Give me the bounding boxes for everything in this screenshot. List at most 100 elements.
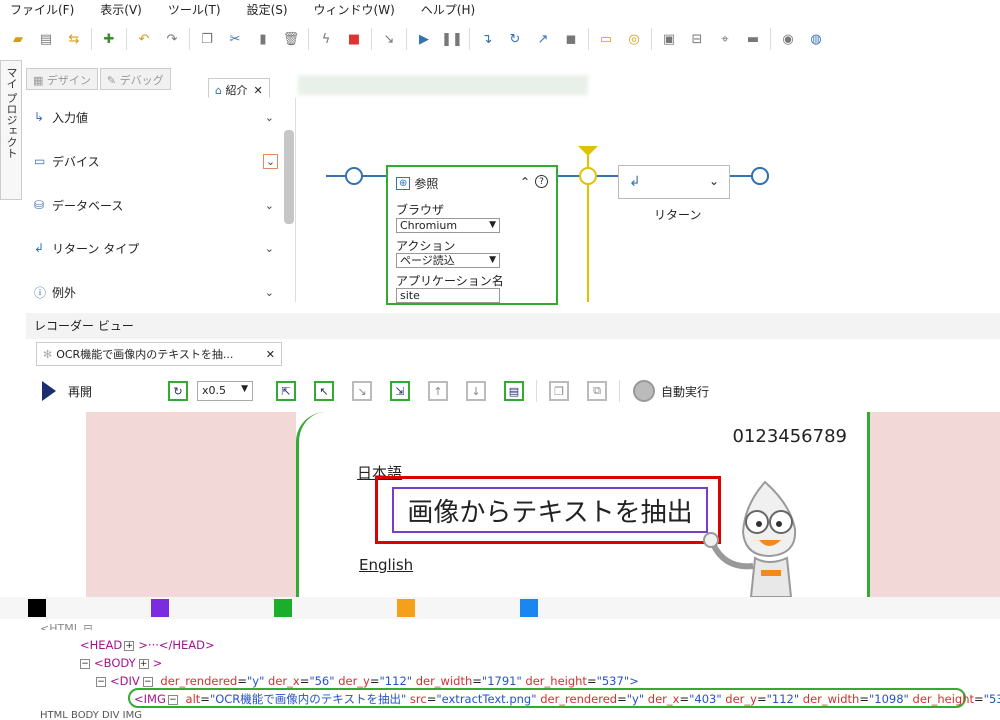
browser-select[interactable]: Chromium ▼ xyxy=(396,218,500,233)
target-icon[interactable]: ⌖ xyxy=(715,29,735,49)
delete-icon[interactable]: 🗑 xyxy=(281,29,301,49)
chip-icon[interactable]: ▬ xyxy=(743,29,763,49)
copy-icon[interactable]: ❐ xyxy=(197,29,217,49)
breakpoint-icon[interactable]: ◼ xyxy=(561,29,581,49)
swatch-purple[interactable] xyxy=(151,599,169,617)
home-icon: ⌂ xyxy=(215,84,226,97)
properties-scrollbar[interactable] xyxy=(284,130,294,224)
collapse-icon[interactable]: ⌃ xyxy=(520,175,530,189)
auto-run-button[interactable]: 自動実行 xyxy=(633,380,709,402)
toolbar-separator xyxy=(308,28,309,50)
menu-help[interactable]: ヘルプ(H) xyxy=(421,1,475,18)
app-name-input[interactable]: site xyxy=(396,288,500,303)
swatch-green[interactable] xyxy=(274,599,292,617)
menu-file[interactable]: ファイル(F) xyxy=(10,1,74,18)
paste-icon[interactable]: ▮ xyxy=(253,29,273,49)
dom-node-head[interactable]: <HEAD + >···</HEAD> xyxy=(80,638,215,652)
chevron-down-icon[interactable]: ⌄ xyxy=(265,199,274,212)
preview-background-left xyxy=(86,412,296,597)
open-folder-icon[interactable]: ▰ xyxy=(8,29,28,49)
box-icon[interactable]: ▣ xyxy=(659,29,679,49)
expand-icon[interactable]: + xyxy=(124,640,135,651)
redo-icon[interactable]: ↷ xyxy=(162,29,182,49)
minus-box-icon[interactable]: ⊟ xyxy=(687,29,707,49)
label-icon[interactable]: ▭ xyxy=(596,29,616,49)
resume-button[interactable]: 再開 xyxy=(42,381,160,401)
arrow-nw-icon[interactable]: ↖ xyxy=(314,381,334,401)
window-icon[interactable]: ❐ xyxy=(549,381,569,401)
swatch-black[interactable] xyxy=(28,599,46,617)
prop-input-value[interactable]: ↳ 入力値 ⌄ xyxy=(34,106,274,128)
return-node-box[interactable]: ↲ ⌄ xyxy=(618,165,730,199)
dom-node-div[interactable]: − <DIV − der_rendered="y" der_x="56" der_y… xyxy=(96,674,639,688)
arrow-down-icon[interactable]: ↓ xyxy=(466,381,486,401)
undo-icon[interactable]: ↶ xyxy=(134,29,154,49)
prop-device[interactable]: ▭ デバイス ⌄ xyxy=(34,150,278,172)
menu-tools[interactable]: ツール(T) xyxy=(168,1,221,18)
help-icon[interactable]: ? xyxy=(535,175,548,188)
save-all-icon[interactable]: ▤ xyxy=(36,29,56,49)
tab-debug[interactable]: ✎ デバッグ xyxy=(99,68,171,90)
chevron-down-icon[interactable]: ⌄ xyxy=(265,111,274,124)
close-icon[interactable]: ✕ xyxy=(266,348,275,361)
zoom-select[interactable]: x0.5 ▼ xyxy=(197,381,253,401)
step-over-icon[interactable]: ↻ xyxy=(505,29,525,49)
pause-icon[interactable]: ❚❚ xyxy=(441,29,463,49)
prop-label: リターン タイプ xyxy=(52,241,140,256)
refresh-icon[interactable]: ↻ xyxy=(168,381,188,401)
close-icon[interactable]: ✕ xyxy=(253,84,262,97)
chevron-down-icon[interactable]: ⌄ xyxy=(265,286,274,299)
my-project-tab[interactable]: マイ プロジェクト xyxy=(0,60,22,200)
action-select[interactable]: ページ読込 ▼ xyxy=(396,253,500,268)
step-icon[interactable]: ↘ xyxy=(379,29,399,49)
preview-image[interactable]: 0123456789 日本語 画像からテキストを抽出 English xyxy=(296,412,870,597)
arrow-se-icon[interactable]: ↘ xyxy=(352,381,372,401)
collapse-icon[interactable]: − xyxy=(80,658,90,669)
export-icon[interactable]: ⇆ xyxy=(64,29,84,49)
browse-action-card[interactable]: ⊕ 参照 ⌃ ? ブラウザ Chromium ▼ アクション ページ読込 ▼ アプリ… xyxy=(386,165,558,305)
expand-icon[interactable]: + xyxy=(138,658,149,669)
blurred-tab xyxy=(298,75,588,95)
return-end-connector xyxy=(730,167,769,185)
globe-user-icon[interactable]: ◍ xyxy=(806,29,826,49)
step-out-icon[interactable]: ↗ xyxy=(533,29,553,49)
chevron-down-icon[interactable]: ⌄ xyxy=(265,242,274,255)
ocr-selection-outer[interactable]: 画像からテキストを抽出 xyxy=(375,476,721,544)
ocr-selection-inner[interactable]: 画像からテキストを抽出 xyxy=(392,487,708,533)
recorder-tab[interactable]: ✻ OCR機能で画像内のテキストを抽... ✕ xyxy=(36,342,282,366)
prop-return-type[interactable]: ↲ リターン タイプ ⌄ xyxy=(34,237,274,259)
collapse-icon[interactable]: − xyxy=(142,676,153,687)
attr-value: "OCR機能で画像内のテキストを抽出" xyxy=(209,692,407,706)
attr-name: der_y xyxy=(338,674,370,688)
window-arrow-icon[interactable]: ⧉ xyxy=(587,381,607,401)
arrow-up-icon[interactable]: ↑ xyxy=(428,381,448,401)
swatch-orange[interactable] xyxy=(397,599,415,617)
globe-icon[interactable]: ◉ xyxy=(778,29,798,49)
tab-debug-label: デバッグ xyxy=(119,74,164,87)
collapse-icon[interactable]: − xyxy=(167,694,178,705)
tab-intro[interactable]: ⌂ 紹介 ✕ xyxy=(208,78,270,98)
step-into-icon[interactable]: ↴ xyxy=(477,29,497,49)
prop-database[interactable]: ⛁ データベース ⌄ xyxy=(34,194,274,216)
arrow-downright-icon[interactable]: ⇲ xyxy=(390,381,410,401)
menu-window[interactable]: ウィンドウ(W) xyxy=(314,1,395,18)
arrow-upleft-icon[interactable]: ⇱ xyxy=(276,381,296,401)
cut-icon[interactable]: ✂ xyxy=(225,29,245,49)
swatch-blue[interactable] xyxy=(520,599,538,617)
play-icon[interactable]: ▶ xyxy=(414,29,434,49)
collapse-icon[interactable]: − xyxy=(96,676,106,687)
menu-view[interactable]: 表示(V) xyxy=(100,1,142,18)
prop-exception[interactable]: ⓘ 例外 ⌄ xyxy=(34,281,274,303)
capture-icon[interactable]: ◎ xyxy=(624,29,644,49)
plugin-icon[interactable]: ✚ xyxy=(99,29,119,49)
tab-design[interactable]: ▦ デザイン xyxy=(26,68,98,90)
dom-node-body[interactable]: − <BODY + > xyxy=(80,656,162,670)
dom-node-img-highlighted[interactable]: <IMG − alt="OCR機能で画像内のテキストを抽出" src="extra… xyxy=(128,688,1000,708)
chevron-down-icon[interactable]: ⌄ xyxy=(263,153,278,169)
menu-settings[interactable]: 設定(S) xyxy=(247,1,288,18)
return-arrow-icon: ↲ xyxy=(629,174,641,190)
document-icon[interactable]: ▤ xyxy=(504,381,524,401)
chevron-down-icon[interactable]: ⌄ xyxy=(709,174,719,188)
lightning-icon[interactable]: ϟ xyxy=(316,29,336,49)
stop-icon[interactable]: ■ xyxy=(344,29,364,49)
